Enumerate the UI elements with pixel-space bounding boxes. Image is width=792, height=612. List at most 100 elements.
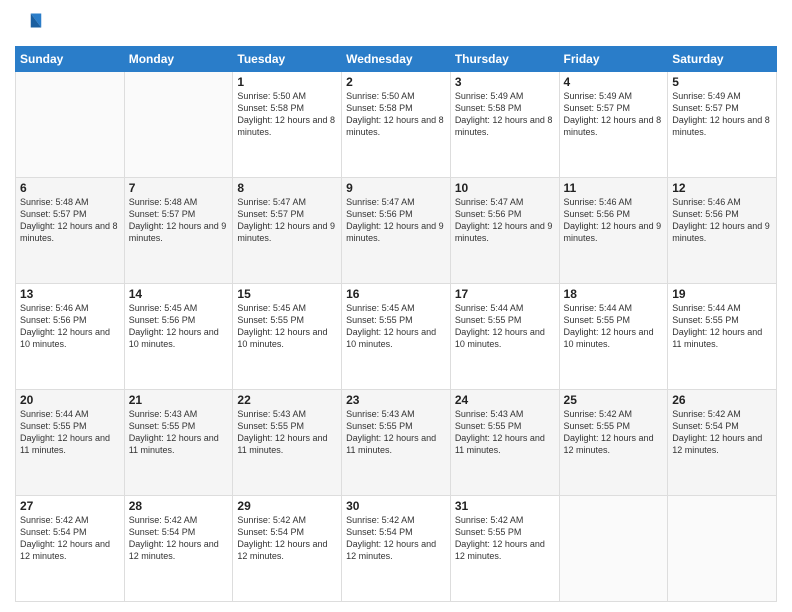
day-number: 25 xyxy=(564,393,664,407)
day-number: 6 xyxy=(20,181,120,195)
day-info: Sunrise: 5:42 AM Sunset: 5:54 PM Dayligh… xyxy=(672,408,772,457)
day-number: 7 xyxy=(129,181,229,195)
day-number: 23 xyxy=(346,393,446,407)
col-header-monday: Monday xyxy=(124,47,233,72)
day-info: Sunrise: 5:42 AM Sunset: 5:55 PM Dayligh… xyxy=(564,408,664,457)
page: SundayMondayTuesdayWednesdayThursdayFrid… xyxy=(0,0,792,612)
day-number: 13 xyxy=(20,287,120,301)
day-cell: 26Sunrise: 5:42 AM Sunset: 5:54 PM Dayli… xyxy=(668,390,777,496)
day-info: Sunrise: 5:43 AM Sunset: 5:55 PM Dayligh… xyxy=(237,408,337,457)
day-info: Sunrise: 5:45 AM Sunset: 5:55 PM Dayligh… xyxy=(346,302,446,351)
day-info: Sunrise: 5:49 AM Sunset: 5:57 PM Dayligh… xyxy=(672,90,772,139)
day-cell: 18Sunrise: 5:44 AM Sunset: 5:55 PM Dayli… xyxy=(559,284,668,390)
day-cell: 14Sunrise: 5:45 AM Sunset: 5:56 PM Dayli… xyxy=(124,284,233,390)
day-number: 19 xyxy=(672,287,772,301)
calendar-body: 1Sunrise: 5:50 AM Sunset: 5:58 PM Daylig… xyxy=(16,72,777,602)
day-info: Sunrise: 5:45 AM Sunset: 5:55 PM Dayligh… xyxy=(237,302,337,351)
day-cell: 20Sunrise: 5:44 AM Sunset: 5:55 PM Dayli… xyxy=(16,390,125,496)
day-number: 8 xyxy=(237,181,337,195)
day-cell: 6Sunrise: 5:48 AM Sunset: 5:57 PM Daylig… xyxy=(16,178,125,284)
logo-icon xyxy=(15,10,43,38)
day-number: 15 xyxy=(237,287,337,301)
day-info: Sunrise: 5:44 AM Sunset: 5:55 PM Dayligh… xyxy=(564,302,664,351)
day-cell: 4Sunrise: 5:49 AM Sunset: 5:57 PM Daylig… xyxy=(559,72,668,178)
day-info: Sunrise: 5:47 AM Sunset: 5:56 PM Dayligh… xyxy=(346,196,446,245)
day-cell: 5Sunrise: 5:49 AM Sunset: 5:57 PM Daylig… xyxy=(668,72,777,178)
day-info: Sunrise: 5:44 AM Sunset: 5:55 PM Dayligh… xyxy=(672,302,772,351)
day-number: 16 xyxy=(346,287,446,301)
day-info: Sunrise: 5:47 AM Sunset: 5:57 PM Dayligh… xyxy=(237,196,337,245)
day-cell: 12Sunrise: 5:46 AM Sunset: 5:56 PM Dayli… xyxy=(668,178,777,284)
day-number: 14 xyxy=(129,287,229,301)
col-header-friday: Friday xyxy=(559,47,668,72)
day-info: Sunrise: 5:43 AM Sunset: 5:55 PM Dayligh… xyxy=(346,408,446,457)
day-info: Sunrise: 5:50 AM Sunset: 5:58 PM Dayligh… xyxy=(346,90,446,139)
day-cell: 15Sunrise: 5:45 AM Sunset: 5:55 PM Dayli… xyxy=(233,284,342,390)
week-row-3: 13Sunrise: 5:46 AM Sunset: 5:56 PM Dayli… xyxy=(16,284,777,390)
day-number: 18 xyxy=(564,287,664,301)
day-info: Sunrise: 5:47 AM Sunset: 5:56 PM Dayligh… xyxy=(455,196,555,245)
col-header-tuesday: Tuesday xyxy=(233,47,342,72)
day-cell: 25Sunrise: 5:42 AM Sunset: 5:55 PM Dayli… xyxy=(559,390,668,496)
day-number: 30 xyxy=(346,499,446,513)
day-info: Sunrise: 5:42 AM Sunset: 5:54 PM Dayligh… xyxy=(237,514,337,563)
day-info: Sunrise: 5:46 AM Sunset: 5:56 PM Dayligh… xyxy=(564,196,664,245)
day-info: Sunrise: 5:44 AM Sunset: 5:55 PM Dayligh… xyxy=(455,302,555,351)
day-number: 12 xyxy=(672,181,772,195)
day-cell: 2Sunrise: 5:50 AM Sunset: 5:58 PM Daylig… xyxy=(342,72,451,178)
day-cell: 8Sunrise: 5:47 AM Sunset: 5:57 PM Daylig… xyxy=(233,178,342,284)
day-cell xyxy=(124,72,233,178)
day-cell: 27Sunrise: 5:42 AM Sunset: 5:54 PM Dayli… xyxy=(16,496,125,602)
day-cell: 11Sunrise: 5:46 AM Sunset: 5:56 PM Dayli… xyxy=(559,178,668,284)
day-info: Sunrise: 5:50 AM Sunset: 5:58 PM Dayligh… xyxy=(237,90,337,139)
logo xyxy=(15,10,47,38)
day-number: 27 xyxy=(20,499,120,513)
day-info: Sunrise: 5:42 AM Sunset: 5:55 PM Dayligh… xyxy=(455,514,555,563)
day-number: 9 xyxy=(346,181,446,195)
day-cell xyxy=(16,72,125,178)
day-cell: 19Sunrise: 5:44 AM Sunset: 5:55 PM Dayli… xyxy=(668,284,777,390)
day-cell: 3Sunrise: 5:49 AM Sunset: 5:58 PM Daylig… xyxy=(450,72,559,178)
week-row-4: 20Sunrise: 5:44 AM Sunset: 5:55 PM Dayli… xyxy=(16,390,777,496)
col-header-wednesday: Wednesday xyxy=(342,47,451,72)
day-number: 26 xyxy=(672,393,772,407)
day-number: 1 xyxy=(237,75,337,89)
day-info: Sunrise: 5:46 AM Sunset: 5:56 PM Dayligh… xyxy=(672,196,772,245)
day-info: Sunrise: 5:48 AM Sunset: 5:57 PM Dayligh… xyxy=(20,196,120,245)
calendar-table: SundayMondayTuesdayWednesdayThursdayFrid… xyxy=(15,46,777,602)
col-header-sunday: Sunday xyxy=(16,47,125,72)
header xyxy=(15,10,777,38)
day-cell: 31Sunrise: 5:42 AM Sunset: 5:55 PM Dayli… xyxy=(450,496,559,602)
day-info: Sunrise: 5:49 AM Sunset: 5:57 PM Dayligh… xyxy=(564,90,664,139)
day-number: 4 xyxy=(564,75,664,89)
day-number: 29 xyxy=(237,499,337,513)
day-cell: 29Sunrise: 5:42 AM Sunset: 5:54 PM Dayli… xyxy=(233,496,342,602)
week-row-2: 6Sunrise: 5:48 AM Sunset: 5:57 PM Daylig… xyxy=(16,178,777,284)
day-cell: 21Sunrise: 5:43 AM Sunset: 5:55 PM Dayli… xyxy=(124,390,233,496)
header-row: SundayMondayTuesdayWednesdayThursdayFrid… xyxy=(16,47,777,72)
day-info: Sunrise: 5:49 AM Sunset: 5:58 PM Dayligh… xyxy=(455,90,555,139)
day-cell: 24Sunrise: 5:43 AM Sunset: 5:55 PM Dayli… xyxy=(450,390,559,496)
day-info: Sunrise: 5:44 AM Sunset: 5:55 PM Dayligh… xyxy=(20,408,120,457)
day-cell: 22Sunrise: 5:43 AM Sunset: 5:55 PM Dayli… xyxy=(233,390,342,496)
day-cell: 23Sunrise: 5:43 AM Sunset: 5:55 PM Dayli… xyxy=(342,390,451,496)
day-cell: 9Sunrise: 5:47 AM Sunset: 5:56 PM Daylig… xyxy=(342,178,451,284)
day-cell: 16Sunrise: 5:45 AM Sunset: 5:55 PM Dayli… xyxy=(342,284,451,390)
day-number: 10 xyxy=(455,181,555,195)
day-cell: 7Sunrise: 5:48 AM Sunset: 5:57 PM Daylig… xyxy=(124,178,233,284)
day-info: Sunrise: 5:42 AM Sunset: 5:54 PM Dayligh… xyxy=(129,514,229,563)
day-number: 2 xyxy=(346,75,446,89)
day-cell: 10Sunrise: 5:47 AM Sunset: 5:56 PM Dayli… xyxy=(450,178,559,284)
day-cell: 1Sunrise: 5:50 AM Sunset: 5:58 PM Daylig… xyxy=(233,72,342,178)
day-info: Sunrise: 5:46 AM Sunset: 5:56 PM Dayligh… xyxy=(20,302,120,351)
day-number: 24 xyxy=(455,393,555,407)
day-number: 20 xyxy=(20,393,120,407)
day-number: 17 xyxy=(455,287,555,301)
day-cell: 13Sunrise: 5:46 AM Sunset: 5:56 PM Dayli… xyxy=(16,284,125,390)
day-number: 28 xyxy=(129,499,229,513)
day-cell xyxy=(559,496,668,602)
day-info: Sunrise: 5:45 AM Sunset: 5:56 PM Dayligh… xyxy=(129,302,229,351)
week-row-5: 27 Sunrise: 5:42 AM Sunset: 5:54 PM Dayli… xyxy=(16,496,777,602)
day-cell xyxy=(668,496,777,602)
day-number: 22 xyxy=(237,393,337,407)
